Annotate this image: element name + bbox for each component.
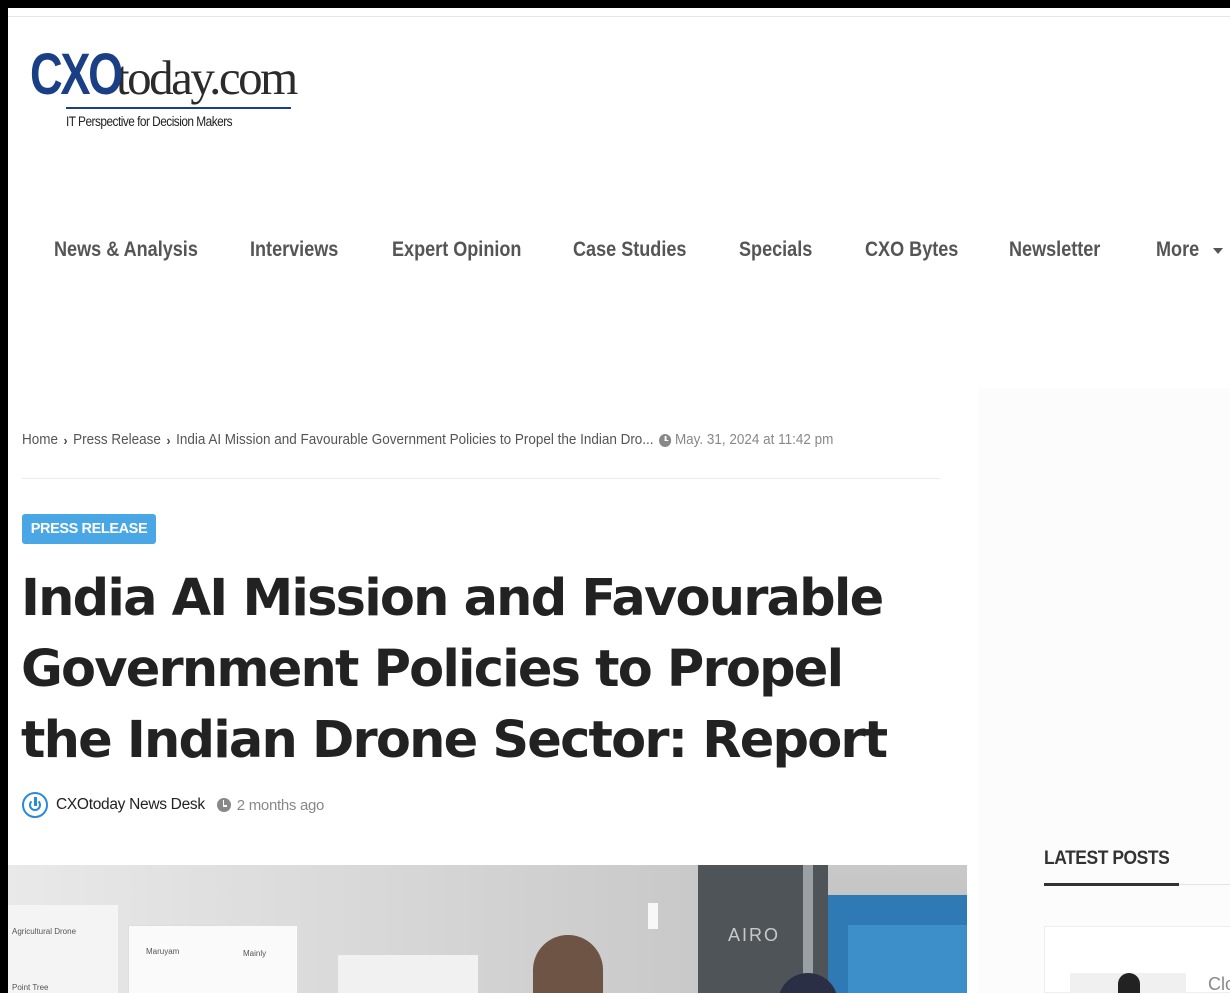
site-logo[interactable]: CXO today.com IT Perspective for Decisio… <box>30 46 300 131</box>
featured-image[interactable]: Agricultural Drone Maruyam Mainly Point … <box>8 865 967 993</box>
nav-item-specials[interactable]: Specials <box>739 238 812 262</box>
nav-item-more[interactable]: More <box>1156 238 1199 262</box>
nav-item-cxo-bytes[interactable]: CXO Bytes <box>865 238 958 262</box>
post-thumbnail[interactable] <box>1070 973 1186 993</box>
image-text: Agricultural Drone <box>12 927 77 936</box>
image-banner <box>338 955 478 993</box>
image-text: Mainly <box>243 949 267 958</box>
nav-item-news-analysis[interactable]: News & Analysis <box>54 238 198 262</box>
image-sign: AIRO <box>728 925 781 945</box>
author-meta: CXOtoday News Desk 2 months ago <box>22 791 324 819</box>
nav-item-interviews[interactable]: Interviews <box>250 238 338 262</box>
post-title[interactable]: Clo <box>1208 974 1230 993</box>
chevron-down-icon[interactable] <box>1213 248 1223 254</box>
nav-item-case-studies[interactable]: Case Studies <box>573 238 686 262</box>
image-banner <box>128 925 298 993</box>
time-ago: 2 months ago <box>236 796 325 814</box>
chevron-right-icon: › <box>63 432 68 448</box>
nav-item-expert-opinion[interactable]: Expert Opinion <box>392 238 521 262</box>
sidebar <box>978 388 1230 993</box>
logo-tagline: IT Perspective for Decision Makers <box>66 114 233 129</box>
article-title: India AI Mission and Favourable Governme… <box>21 569 888 770</box>
top-border <box>8 16 1230 17</box>
main-nav: News & Analysis Interviews Expert Opinio… <box>8 238 1230 268</box>
image-text: Maruyam <box>146 947 180 956</box>
category-badge[interactable]: PRESS RELEASE <box>22 514 156 544</box>
heading-underline <box>1044 883 1179 886</box>
breadcrumb-home[interactable]: Home <box>22 432 58 448</box>
logo-today-text: today.com <box>116 50 298 105</box>
breadcrumb-section[interactable]: Press Release <box>73 432 161 448</box>
logo-cxo-text: CXO <box>30 42 123 107</box>
image-light <box>648 903 658 929</box>
image-banner <box>8 905 118 993</box>
breadcrumb: Home › Press Release › India AI Mission and … <box>22 432 833 452</box>
image-blue-panel <box>848 925 967 993</box>
image-text: Point Tree <box>12 983 49 992</box>
breadcrumb-current: India AI Mission and Favourable Governme… <box>176 432 654 449</box>
clock-icon <box>659 433 672 447</box>
author-name[interactable]: CXOtoday News Desk <box>56 796 205 814</box>
divider <box>22 478 940 479</box>
nav-item-newsletter[interactable]: Newsletter <box>1009 238 1100 262</box>
breadcrumb-date: May. 31, 2024 at 11:42 pm <box>674 432 834 449</box>
power-icon[interactable] <box>22 792 48 818</box>
logo-underline <box>66 107 291 109</box>
latest-posts-heading: LATEST POSTS <box>1044 848 1170 869</box>
browser-page: CXO today.com IT Perspective for Decisio… <box>8 8 1230 993</box>
chevron-right-icon: › <box>166 432 171 448</box>
clock-icon <box>216 798 231 812</box>
